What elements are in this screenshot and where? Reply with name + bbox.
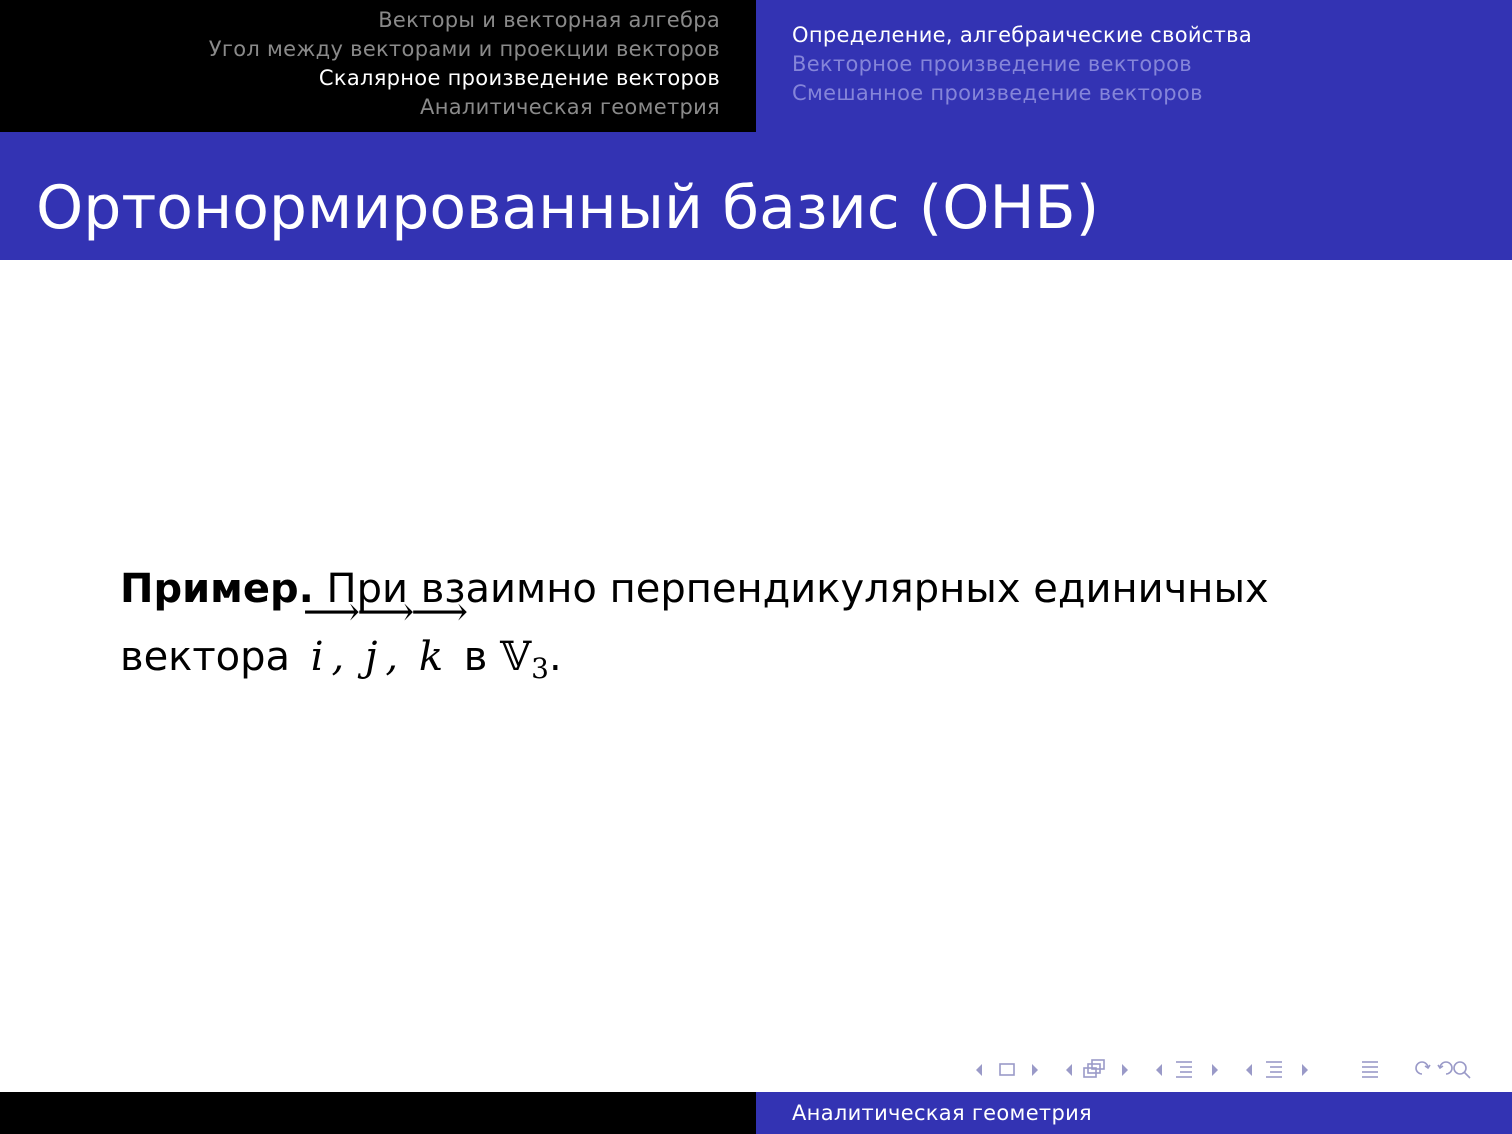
footer-right: Аналитическая геометрия [756, 1092, 1512, 1134]
frame-nav-icon[interactable] [976, 1063, 1038, 1076]
in-word: в [463, 634, 488, 680]
vector-space-symbol: 𝕍 [500, 634, 532, 680]
subsection-link-definition[interactable]: Определение, алгебраические свойства [792, 21, 1252, 50]
section-link-angle[interactable]: Угол между векторами и проекции векторов [209, 35, 720, 64]
section-link-dot-product[interactable]: Скалярное произведение векторов [319, 64, 720, 93]
example-block: Пример. При взаимно перпендикулярных еди… [120, 558, 1420, 700]
vector-arrow-icon: ⟶ [356, 589, 415, 635]
footer-title: Аналитическая геометрия [792, 1101, 1092, 1125]
example-line-2: вектора ⟶ i , ⟶ j , ⟶ k в 𝕍3. [120, 589, 1420, 700]
frame-title: Ортонормированный базис (ОНБ) [36, 173, 1100, 243]
frame-title-bar: Ортонормированный базис (ОНБ) [0, 132, 1512, 260]
section-link-analytic-geometry[interactable]: Аналитическая геометрия [420, 93, 720, 122]
appendix-icon[interactable] [1362, 1061, 1378, 1078]
doc-nav-icon[interactable] [1246, 1061, 1308, 1078]
vector-j: ⟶ j [356, 589, 415, 680]
subsection-nav-icon[interactable] [1066, 1059, 1128, 1078]
footer-left [0, 1092, 756, 1134]
header-sections-panel: Векторы и векторная алгебра Угол между в… [0, 0, 756, 132]
vector-arrow-icon: ⟶ [302, 589, 361, 635]
navigation-symbols-svg [976, 1059, 1471, 1079]
example-line-2-text: вектора [120, 634, 291, 680]
example-label: Пример. [120, 566, 314, 612]
search-icon[interactable] [1415, 1061, 1471, 1079]
subsection-link-cross-product[interactable]: Векторное произведение векторов [792, 50, 1192, 79]
section-nav-icon[interactable] [1156, 1061, 1218, 1078]
subsection-link-triple-product[interactable]: Смешанное произведение векторов [792, 79, 1203, 108]
section-link-vectors[interactable]: Векторы и векторная алгебра [378, 6, 720, 35]
vector-i: ⟶ i [302, 589, 361, 680]
vector-arrow-icon: ⟶ [410, 589, 469, 635]
header-subsections-panel: Определение, алгебраические свойства Век… [756, 0, 1512, 132]
vector-space-dimension: 3 [531, 652, 549, 685]
vector-k: ⟶ k [410, 589, 469, 680]
